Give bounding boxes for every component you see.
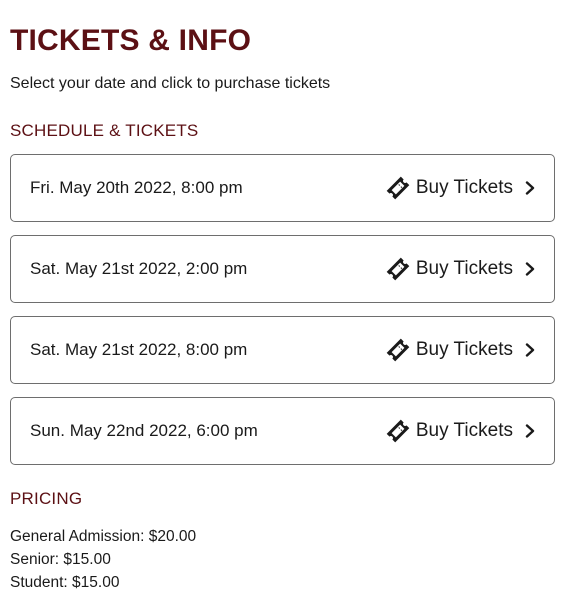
ticket-row-0[interactable]: Fri. May 20th 2022, 8:00 pm Buy Tickets bbox=[10, 154, 555, 222]
buy-tickets-label: Buy Tickets bbox=[415, 420, 513, 441]
buy-tickets-label: Buy Tickets bbox=[415, 339, 513, 360]
ticket-icon bbox=[385, 338, 411, 362]
intro-text: Select your date and click to purchase t… bbox=[10, 75, 331, 92]
pricing-item-student: Student: $15.00 bbox=[10, 574, 120, 591]
buy-tickets-link[interactable]: Buy Tickets bbox=[385, 338, 536, 362]
ticket-list: Fri. May 20th 2022, 8:00 pm Buy Tickets bbox=[10, 154, 555, 478]
ticket-date: Sat. May 21st 2022, 8:00 pm bbox=[30, 340, 248, 359]
buy-tickets-link[interactable]: Buy Tickets bbox=[385, 257, 536, 281]
schedule-heading: SCHEDULE & TICKETS bbox=[10, 121, 199, 140]
pricing-heading: PRICING bbox=[10, 489, 83, 508]
ticket-icon bbox=[385, 419, 411, 443]
chevron-right-icon bbox=[524, 262, 536, 276]
buy-tickets-link[interactable]: Buy Tickets bbox=[385, 176, 536, 200]
ticket-row-2[interactable]: Sat. May 21st 2022, 8:00 pm Buy Tickets bbox=[10, 316, 555, 384]
ticket-row-3[interactable]: Sun. May 22nd 2022, 6:00 pm Buy Tickets bbox=[10, 397, 555, 465]
page-title: TICKETS & INFO bbox=[10, 24, 252, 57]
buy-tickets-label: Buy Tickets bbox=[415, 177, 513, 198]
ticket-icon bbox=[385, 176, 411, 200]
pricing-item-general: General Admission: $20.00 bbox=[10, 528, 197, 545]
pricing-item-senior: Senior: $15.00 bbox=[10, 551, 111, 568]
pricing-list: General Admission: $20.00 Senior: $15.00… bbox=[10, 525, 196, 594]
buy-tickets-label: Buy Tickets bbox=[415, 258, 513, 279]
ticket-date: Fri. May 20th 2022, 8:00 pm bbox=[30, 178, 243, 197]
chevron-right-icon bbox=[524, 181, 536, 195]
ticket-icon bbox=[385, 257, 411, 281]
buy-tickets-link[interactable]: Buy Tickets bbox=[385, 419, 536, 443]
chevron-right-icon bbox=[524, 343, 536, 357]
chevron-right-icon bbox=[524, 424, 536, 438]
ticket-row-1[interactable]: Sat. May 21st 2022, 2:00 pm Buy Tickets bbox=[10, 235, 555, 303]
ticket-date: Sat. May 21st 2022, 2:00 pm bbox=[30, 259, 248, 278]
ticket-date: Sun. May 22nd 2022, 6:00 pm bbox=[30, 421, 258, 440]
